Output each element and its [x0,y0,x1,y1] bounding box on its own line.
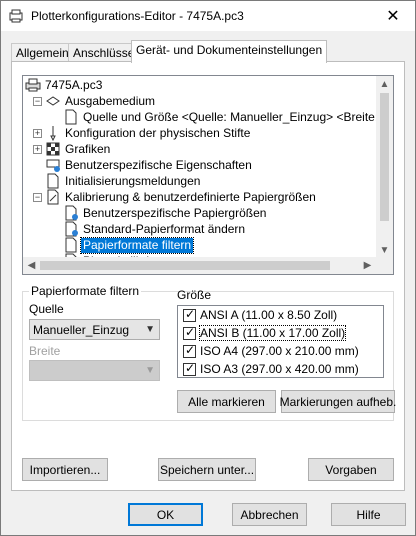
tree-item-label: 7475A.pc3 [45,77,103,92]
tree-item-label: Benutzerspezifische Eigenschaften [65,157,252,172]
list-item[interactable]: ✓ ANSI A (11.00 x 8.50 Zoll) [178,306,383,324]
list-item[interactable]: ✓ ANSI B (11.00 x 17.00 Zoll) [178,324,383,342]
size-label-text: ISO A4 (297.00 x 210.00 mm) [200,344,359,358]
tree-item-label: Quelle und Größe <Quelle: Manueller_Einz… [83,109,394,124]
size-label-text: ISO A3 (297.00 x 420.00 mm) [200,362,359,376]
tree-horizontal-scrollbar[interactable]: ◀ ▶ [23,257,393,274]
plotter-app-icon [9,9,23,23]
expand-icon[interactable]: + [33,129,42,138]
tab-device-document-settings[interactable]: Gerät- und Dokumenteinstellungen [131,40,328,63]
ok-button[interactable]: OK [128,503,203,526]
paper-size-list[interactable]: ✓ ANSI A (11.00 x 8.50 Zoll) ✓ ANSI B (1… [177,305,384,378]
tree-item-output-media[interactable]: Ausgabemedium [45,93,157,109]
filter-paper-sizes-group: Papierformate filtern Quelle Manueller_E… [22,284,396,421]
tree-item-label: Initialisierungsmeldungen [65,173,201,188]
tree-item-source-size[interactable]: Quelle und Größe <Quelle: Manueller_Einz… [63,109,394,125]
tree-item-label: Grafiken [65,141,111,156]
plotter-icon [25,77,41,93]
help-button[interactable]: Hilfe [331,503,406,526]
scroll-up-icon[interactable]: ▲ [376,76,393,93]
width-label: Breite [29,344,61,358]
cancel-button[interactable]: Abbrechen [232,503,307,526]
save-as-button[interactable]: Speichern unter... [158,458,256,481]
tree-item-root[interactable]: 7475A.pc3 [25,77,104,93]
tree-item-calibration[interactable]: Kalibrierung & benutzerdefinierte Papier… [45,189,318,205]
size-checkbox[interactable]: ✓ [183,342,196,358]
source-value: Manueller_Einzug [33,322,130,337]
plotter-config-editor-window: Plotterkonfigurations-Editor - 7475A.pc3… [0,0,416,536]
pen-icon [45,125,61,142]
scrollbar-thumb[interactable] [380,93,389,221]
size-checkbox[interactable]: ✓ [183,360,196,376]
width-dropdown[interactable]: ▼ [29,360,160,381]
tree-item-label: Standard-Papierformat ändern [83,221,246,236]
tree-item-label: Kalibrierung & benutzerdefinierte Papier… [65,189,316,204]
tree-item-graphics[interactable]: Grafiken [45,141,112,157]
window-title: Plotterkonfigurations-Editor - 7475A.pc3 [31,9,244,23]
source-label: Quelle [29,302,64,316]
page-icon [45,173,61,189]
custom-paper-icon [63,205,79,221]
size-label-text: ANSI B (11.00 x 17.00 Zoll) [198,325,347,341]
collapse-icon[interactable]: − [33,97,42,106]
select-all-button[interactable]: Alle markieren [177,390,276,413]
tree-item-filter-paper-sizes[interactable]: Papierformate filtern [63,236,195,254]
tree-vertical-scrollbar[interactable]: ▲ ▼ [376,76,393,259]
collapse-icon[interactable]: − [33,193,42,202]
checkmark-icon: ✓ [185,306,196,321]
chevron-down-icon: ▼ [145,324,155,335]
import-button[interactable]: Importieren... [22,458,108,481]
tree-item-init-messages[interactable]: Initialisierungsmeldungen [45,173,202,189]
checkmark-icon: ✓ [185,324,196,339]
scroll-right-icon[interactable]: ▶ [359,257,376,274]
tree-item-label: Konfiguration der physischen Stifte [65,125,251,140]
checkmark-icon: ✓ [185,360,196,375]
group-title: Papierformate filtern [29,284,142,298]
source-dropdown[interactable]: Manueller_Einzug ▼ [29,319,160,340]
page-icon [63,237,79,253]
scrollbar-thumb[interactable] [40,261,330,270]
tree-item-custom-paper-sizes[interactable]: Benutzerspezifische Papiergrößen [63,205,268,221]
device-settings-panel: 7475A.pc3 − Ausgabemedium Quelle und Grö… [11,61,405,491]
calibration-icon [45,189,61,205]
defaults-button[interactable]: Vorgaben [308,458,394,481]
size-label: Größe [177,288,212,302]
scroll-left-icon[interactable]: ◀ [23,257,40,274]
tab-ports[interactable]: Anschlüsse [68,43,140,62]
tree-item-label: Ausgabemedium [65,93,156,108]
graphics-icon [45,141,61,157]
tree-item-modify-standard-paper[interactable]: Standard-Papierformat ändern [63,221,247,237]
list-item[interactable]: ✓ ISO A4 (297.00 x 210.00 mm) [178,342,383,360]
tree-item-label: Papierformate filtern [79,236,195,254]
expand-icon[interactable]: + [33,145,42,154]
clear-all-button[interactable]: Markierungen aufheb. [280,390,396,413]
size-checkbox[interactable]: ✓ [183,306,196,322]
title-bar[interactable]: Plotterkonfigurations-Editor - 7475A.pc3… [1,1,415,31]
chevron-down-icon: ▼ [145,365,155,376]
media-icon [45,93,61,109]
tab-general[interactable]: Allgemein [11,43,74,62]
tree-item-label: Benutzerspezifische Papiergrößen [83,205,267,220]
page-icon [63,109,79,125]
properties-icon [45,157,61,173]
size-checkbox[interactable]: ✓ [183,324,196,340]
size-label-text: ANSI A (11.00 x 8.50 Zoll) [200,308,338,322]
custom-paper-icon [63,221,79,237]
list-item[interactable]: ✓ ISO A3 (297.00 x 420.00 mm) [178,360,383,378]
tree-item-physical-pens[interactable]: Konfiguration der physischen Stifte [45,125,252,142]
tree-item-custom-properties[interactable]: Benutzerspezifische Eigenschaften [45,157,254,173]
checkmark-icon: ✓ [185,342,196,357]
settings-tree[interactable]: 7475A.pc3 − Ausgabemedium Quelle und Grö… [22,75,394,275]
close-icon[interactable]: ✕ [371,1,415,31]
